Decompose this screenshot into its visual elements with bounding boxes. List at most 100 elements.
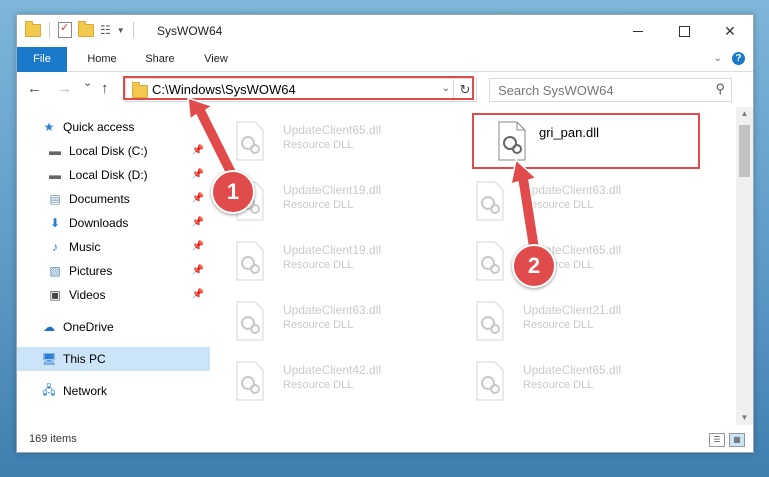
download-icon: ⬇ [49,216,61,230]
customize-toolbar-icon[interactable]: ☷ [100,23,111,37]
item-count: 169 items [29,433,77,445]
music-icon: ♪ [52,240,58,254]
file-type: Resource DLL [523,199,594,211]
pin-icon: 📌 [191,289,204,300]
tab-view[interactable]: View [193,47,239,71]
dll-file-icon [235,121,265,161]
ribbon-tabs: File Home Share View ⌄ ? [17,47,753,99]
file-item[interactable]: UpdateClient65.dll Resource DLL [451,237,681,289]
pin-icon: 📌 [191,217,204,228]
file-item[interactable]: UpdateClient63.dll Resource DLL [211,297,441,349]
file-item[interactable]: UpdateClient65.dll Resource DLL [211,117,441,169]
dll-file-icon [475,301,505,341]
sidebar-item-local-disk-d[interactable]: ▬ Local Disk (D:) 📌 [17,163,210,187]
file-name: UpdateClient19.dll [283,243,382,257]
sidebar-item-network[interactable]: 🖧 Network [17,379,210,403]
sidebar-item-label: Local Disk (D:) [69,168,148,182]
step-callout-2: 2 [512,244,556,288]
dll-file-icon [235,361,265,401]
sidebar-item-label: Quick access [63,120,135,134]
file-type: Resource DLL [283,199,354,211]
chevron-down-icon[interactable]: ⌄ [442,83,450,94]
tab-home[interactable]: Home [75,47,129,71]
sidebar-item-this-pc[interactable]: 🖥 This PC [17,347,210,371]
dll-file-icon [235,301,265,341]
computer-icon: 🖥 [41,352,57,366]
sidebar-item-documents[interactable]: ▤ Documents 📌 [17,187,210,211]
close-icon: ✕ [724,22,736,39]
pin-icon: 📌 [191,193,204,204]
pin-icon: 📌 [191,169,204,180]
sidebar-item-label: Videos [69,288,106,302]
scrollbar-thumb[interactable] [739,125,750,177]
file-item[interactable]: UpdateClient63.dll Resource DLL [451,177,681,229]
close-button[interactable]: ✕ [707,15,753,47]
file-name: UpdateClient21.dll [523,303,622,317]
file-name: UpdateClient65.dll [283,123,382,137]
tiles-view-icon[interactable]: ▦ [729,433,745,447]
file-name: UpdateClient42.dll [283,363,382,377]
file-item[interactable]: UpdateClient42.dll Resource DLL [211,357,441,409]
search-input[interactable]: Search SysWOW64 [498,83,614,98]
help-icon[interactable]: ? [732,52,745,65]
sidebar-item-label: Network [63,384,108,398]
quick-access-toolbar: ☷ ▼ [25,20,136,38]
tab-share[interactable]: Share [135,47,185,71]
forward-button[interactable]: → [57,80,72,97]
search-box[interactable]: Search SysWOW64 ⚲ [489,78,732,102]
search-icon[interactable]: ⚲ [715,81,725,97]
sidebar-item-downloads[interactable]: ⬇ Downloads 📌 [17,211,210,235]
sidebar-item-label: Music [69,240,101,254]
sidebar-item-onedrive[interactable]: ☁ OneDrive [17,315,210,339]
minimize-icon [633,30,643,32]
vertical-scrollbar[interactable]: ▲ ▼ [736,107,753,425]
documents-icon: ▤ [49,192,61,206]
sidebar-item-label: Documents [69,192,130,206]
chevron-down-icon[interactable]: ▼ [117,26,125,35]
sidebar-item-local-disk-c[interactable]: ▬ Local Disk (C:) 📌 [17,139,210,163]
file-name: UpdateClient63.dll [283,303,382,317]
pin-icon: 📌 [191,145,204,156]
file-item[interactable]: UpdateClient65.dll Resource DLL [451,357,681,409]
file-type: Resource DLL [523,319,594,331]
dll-file-icon [475,181,505,221]
properties-icon[interactable] [58,21,72,38]
title-bar: ☷ ▼ SysWOW64 ✕ [17,15,753,47]
recent-locations-button[interactable]: ⌄ [83,76,92,89]
sidebar-item-videos[interactable]: ▣ Videos 📌 [17,283,210,307]
videos-icon: ▣ [49,288,61,302]
file-item[interactable]: UpdateClient19.dll Resource DLL [211,237,441,289]
details-view-icon[interactable]: ☰ [709,433,725,447]
maximize-icon [678,25,690,37]
sidebar-item-pictures[interactable]: ▧ Pictures 📌 [17,259,210,283]
file-name: UpdateClient65.dll [523,363,622,377]
sidebar-item-label: Downloads [69,216,129,230]
file-item[interactable]: UpdateClient21.dll Resource DLL [451,297,681,349]
expand-ribbon-icon[interactable]: ⌄ [714,53,722,64]
maximize-button[interactable] [661,15,707,47]
scroll-down-icon[interactable]: ▼ [736,411,753,425]
file-name: UpdateClient63.dll [523,183,622,197]
back-button[interactable]: ← [27,80,42,97]
toolbar-divider [49,22,50,38]
sidebar-item-quick-access[interactable]: ★ Quick access [17,115,210,139]
address-bar[interactable]: C:\Windows\SysWOW64 ⌄ ↻ [125,78,477,102]
refresh-icon[interactable]: ↻ [453,79,476,101]
star-icon: ★ [43,120,55,134]
up-button[interactable]: ↑ [101,80,109,97]
sidebar-item-label: This PC [63,352,106,366]
file-name: UpdateClient19.dll [283,183,382,197]
scroll-up-icon[interactable]: ▲ [736,107,753,121]
dll-file-icon [475,241,505,281]
sidebar-item-label: Pictures [69,264,113,278]
new-folder-icon[interactable] [78,20,94,37]
navigation-bar: ← → ⌄ ↑ C:\Windows\SysWOW64 ⌄ ↻ Search S… [17,72,753,106]
minimize-button[interactable] [615,15,661,47]
file-type: Resource DLL [523,379,594,391]
sidebar-item-label: Local Disk (C:) [69,144,148,158]
address-path[interactable]: C:\Windows\SysWOW64 [152,82,296,97]
drive-icon: ▬ [49,144,61,158]
status-bar: 169 items ☰ ▦ [17,429,753,451]
drive-icon: ▬ [49,168,61,182]
sidebar-item-music[interactable]: ♪ Music 📌 [17,235,210,259]
